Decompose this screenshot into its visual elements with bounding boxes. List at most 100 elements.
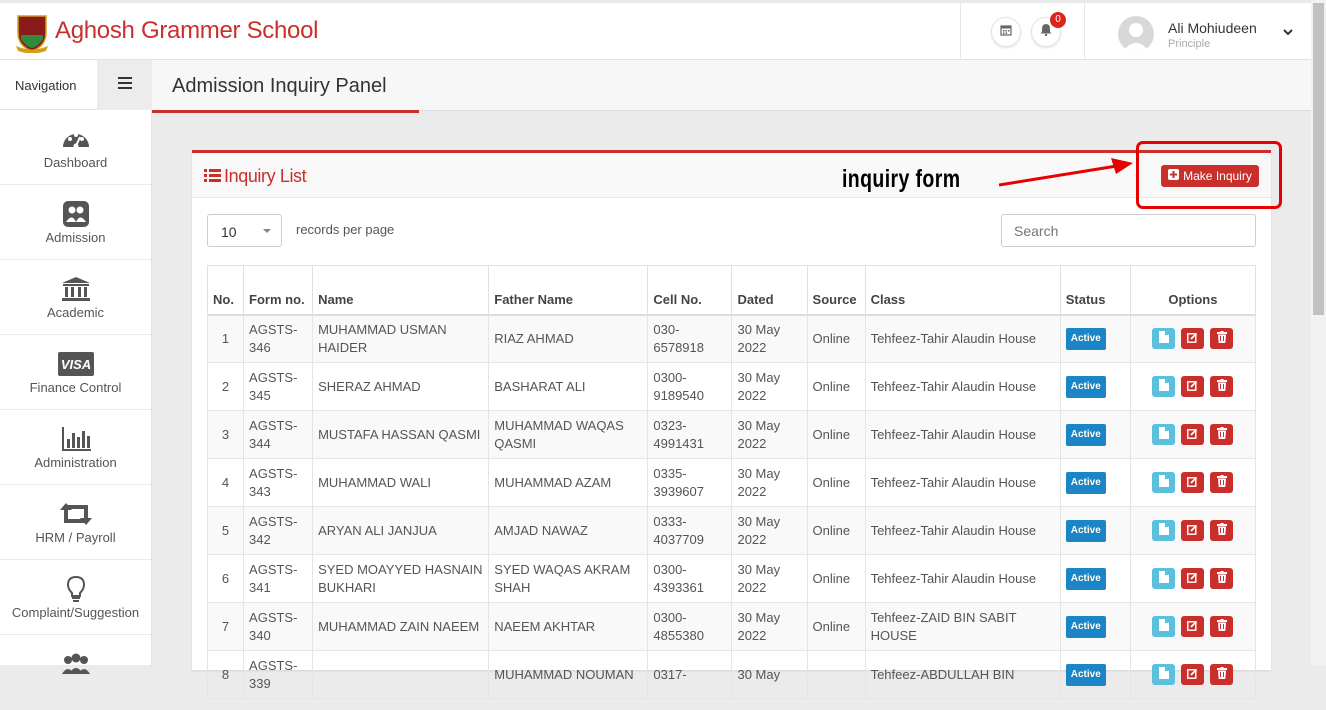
view-button[interactable] <box>1152 472 1176 493</box>
col-no[interactable]: No. <box>206 265 245 316</box>
status-badge: Active <box>1065 327 1106 350</box>
col-name[interactable]: Name <box>312 265 490 316</box>
view-button[interactable] <box>1152 328 1176 350</box>
col-class[interactable]: Class <box>864 265 1061 316</box>
cell-father-name: MUHAMMAD NOUMAN <box>488 650 649 699</box>
view-button[interactable] <box>1152 376 1176 397</box>
cell-status: Active <box>1059 362 1131 411</box>
file-icon <box>1158 426 1169 444</box>
delete-button[interactable] <box>1210 328 1234 350</box>
cell-options <box>1129 410 1257 459</box>
trash-icon <box>1216 570 1227 588</box>
cell-status: Active <box>1059 650 1131 699</box>
edit-button[interactable] <box>1181 616 1205 637</box>
search-input[interactable] <box>1001 214 1256 247</box>
edit-button[interactable] <box>1181 664 1205 685</box>
row-actions <box>1136 520 1250 541</box>
sidebar-item-users[interactable] <box>0 635 151 710</box>
view-button[interactable] <box>1152 424 1176 445</box>
table-row: 2 AGSTS-345 SHERAZ AHMAD BASHARAT ALI 0300-9… <box>206 362 1257 411</box>
cell-form-no: AGSTS-341 <box>243 554 314 603</box>
cell-status: Active <box>1059 314 1131 363</box>
view-button[interactable] <box>1152 520 1176 541</box>
delete-button[interactable] <box>1210 664 1234 685</box>
page-size-select[interactable]: 10 <box>207 214 282 247</box>
col-dated[interactable]: Dated <box>731 265 808 316</box>
sidebar-title: Navigation <box>15 78 77 93</box>
delete-button[interactable] <box>1210 376 1234 397</box>
col-cell-no[interactable]: Cell No. <box>647 265 733 316</box>
user-menu[interactable]: Ali Mohiudeen Principle <box>1118 13 1308 53</box>
cell-no: 8 <box>206 650 245 699</box>
cell-cell-no: 0300-4855380 <box>647 602 733 651</box>
status-badge: Active <box>1065 375 1106 398</box>
hamburger-icon <box>117 76 133 95</box>
table-row: 5 AGSTS-342 ARYAN ALI JANJUA AMJAD NAWAZ 033… <box>206 506 1257 555</box>
cell-name: ARYAN ALI JANJUA <box>312 506 490 555</box>
page-scrollbar[interactable] <box>1311 0 1326 665</box>
caret-down-icon <box>263 229 271 233</box>
edit-button[interactable] <box>1181 520 1205 541</box>
col-father-name[interactable]: Father Name <box>488 265 649 316</box>
edit-icon <box>1187 666 1198 684</box>
notifications-button[interactable]: 0 <box>1031 12 1066 47</box>
view-button[interactable] <box>1152 568 1176 589</box>
sidebar-item-label: Academic <box>46 305 105 320</box>
cell-dated: 30 May 2022 <box>731 506 808 555</box>
delete-button[interactable] <box>1210 424 1234 445</box>
cell-form-no: AGSTS-340 <box>243 602 314 651</box>
view-button[interactable] <box>1152 664 1176 685</box>
scrollbar-thumb[interactable] <box>1313 3 1324 315</box>
col-status[interactable]: Status <box>1059 265 1131 316</box>
edit-button[interactable] <box>1181 376 1205 397</box>
sidebar-item-dashboard[interactable]: Dashboard <box>0 110 151 185</box>
view-button[interactable] <box>1152 616 1176 637</box>
delete-button[interactable] <box>1210 472 1234 493</box>
sidebar-item-complaint-suggestion[interactable]: Complaint/Suggestion <box>0 560 151 635</box>
delete-button[interactable] <box>1210 616 1234 637</box>
cell-class: Tehfeez-Tahir Alaudin House <box>864 410 1061 459</box>
top-bar: Aghosh Grammer School 0 Ali Mohiudeen Pr… <box>0 0 1311 60</box>
brand-name[interactable]: Aghosh Grammer School <box>55 17 318 45</box>
cell-cell-no: 0323-4991431 <box>647 410 733 459</box>
edit-button[interactable] <box>1181 568 1205 589</box>
cell-father-name: NAEEM AKHTAR <box>488 602 649 651</box>
delete-button[interactable] <box>1210 568 1234 589</box>
sidebar-item-label: HRM / Payroll <box>35 530 116 545</box>
cell-cell-no: 0335-3939607 <box>647 458 733 507</box>
sidebar-item-label: Admission <box>45 230 106 245</box>
status-badge: Active <box>1065 519 1106 542</box>
row-actions <box>1136 616 1250 637</box>
delete-button[interactable] <box>1210 520 1234 541</box>
sidebar-item-label: Complaint/Suggestion <box>11 605 140 620</box>
cell-father-name: MUHAMMAD AZAM <box>488 458 649 507</box>
sidebar-item-hrm-payroll[interactable]: HRM / Payroll <box>0 485 151 560</box>
table-row: 6 AGSTS-341 SYED MOAYYED HASNAIN BUKHARI SY… <box>206 554 1257 603</box>
cell-cell-no: 0300-9189540 <box>647 362 733 411</box>
edit-button[interactable] <box>1181 472 1205 493</box>
file-icon <box>1158 666 1169 684</box>
edit-icon <box>1187 426 1198 444</box>
make-inquiry-button[interactable]: Make Inquiry <box>1161 165 1259 187</box>
sidebar-item-academic[interactable]: Academic <box>0 260 151 335</box>
sidebar-item-administration[interactable]: Administration <box>0 410 151 485</box>
table-row: 4 AGSTS-343 MUHAMMAD WALI MUHAMMAD AZAM 0335… <box>206 458 1257 507</box>
edit-button[interactable] <box>1181 328 1205 350</box>
row-actions <box>1136 328 1250 350</box>
edit-button[interactable] <box>1181 424 1205 445</box>
col-options: Options <box>1129 265 1257 316</box>
cell-name: SYED MOAYYED HASNAIN BUKHARI <box>312 554 490 603</box>
cell-status: Active <box>1059 506 1131 555</box>
col-source[interactable]: Source <box>806 265 866 316</box>
cell-source: Online <box>806 602 866 651</box>
menu-toggle-button[interactable] <box>97 60 152 110</box>
panel-header: Inquiry List inquiry form Make Inquiry <box>192 141 1282 209</box>
cell-options <box>1129 458 1257 507</box>
sidebar-item-finance-control[interactable]: VISA Finance Control <box>0 335 151 410</box>
calendar-button[interactable] <box>991 17 1021 47</box>
file-icon <box>1158 522 1169 540</box>
row-actions <box>1136 472 1250 493</box>
cell-source: Online <box>806 362 866 411</box>
col-form-no[interactable]: Form no. <box>243 265 314 316</box>
sidebar-item-admission[interactable]: Admission <box>0 185 151 260</box>
